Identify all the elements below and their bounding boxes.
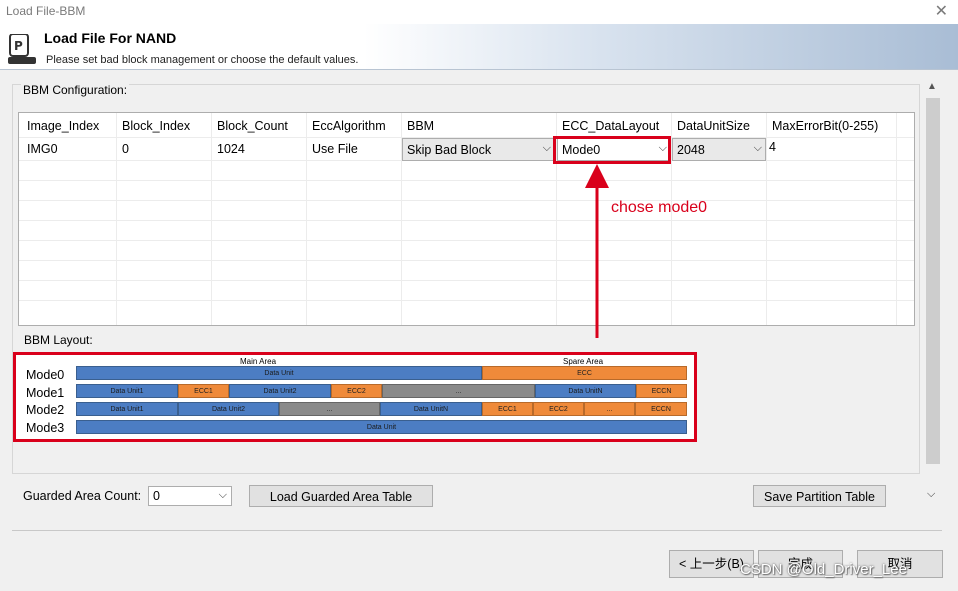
chevron-down-icon: ⌵ [753, 142, 762, 154]
mode1-label: Mode1 [26, 386, 65, 400]
column-header-ecc-data-layout: ECC_DataLayout [562, 119, 660, 133]
data-unit-size-value: 2048 [677, 143, 705, 157]
footer-divider [12, 530, 942, 531]
mode1-ecc1: ECC1 [178, 384, 229, 398]
cell-image-index[interactable]: IMG0 [27, 142, 58, 156]
bbm-select[interactable]: Skip Bad Block ⌵ [402, 138, 555, 161]
mode1-ellipsis: ... [382, 384, 535, 398]
bbm-layout-label: BBM Layout: [24, 333, 93, 347]
watermark: CSDN @Old_Driver_Lee [740, 561, 907, 578]
dediprog-logo-icon: P [8, 34, 36, 64]
mode2-ecc-ellipsis: ... [584, 402, 635, 416]
mode1-data-unit1: Data Unit1 [76, 384, 178, 398]
annotation-arrow-icon [585, 164, 609, 338]
mode1-ecc2: ECC2 [331, 384, 382, 398]
column-header-image-index: Image_Index [27, 119, 100, 133]
guarded-area-count-select[interactable]: 0 ⌵ [148, 486, 232, 506]
mode2-label: Mode2 [26, 403, 65, 417]
column-header-ecc-algorithm: EccAlgorithm [312, 119, 386, 133]
guarded-area-count-value: 0 [153, 489, 160, 503]
mode3-data-unit: Data Unit [76, 420, 687, 434]
cell-ecc-algorithm[interactable]: Use File [312, 142, 358, 156]
bbm-layout-diagram: Main Area Spare Area Mode0 Data Unit ECC… [13, 352, 697, 442]
window-title-bar: Load File-BBM ✕ [0, 0, 958, 24]
mode3-label: Mode3 [26, 421, 65, 435]
bbm-configuration-legend: BBM Configuration: [21, 83, 130, 97]
cell-block-count[interactable]: 1024 [217, 142, 245, 156]
annotation-text: chose mode0 [611, 199, 708, 216]
mode0-data-unit: Data Unit [76, 366, 482, 380]
bbm-config-grid: Image_Index Block_Index Block_Count EccA… [18, 112, 915, 326]
chevron-down-icon: ⌵ [218, 489, 227, 501]
scroll-up-icon[interactable]: ▲ [927, 81, 937, 92]
mode0-ecc: ECC [482, 366, 687, 380]
save-partition-table-button[interactable]: Save Partition Table [753, 485, 886, 507]
chevron-down-icon: ⌵ [542, 142, 551, 154]
guarded-area-count-label: Guarded Area Count: [23, 489, 142, 503]
mode2-data-unit2: Data Unit2 [178, 402, 279, 416]
mode1-data-unit2: Data Unit2 [229, 384, 331, 398]
mode2-ellipsis: ... [279, 402, 380, 416]
scrollbar-thumb[interactable] [926, 98, 940, 464]
column-header-bbm: BBM [407, 119, 435, 133]
mode2-data-unit1: Data Unit1 [76, 402, 178, 416]
mode0-label: Mode0 [26, 368, 65, 382]
window-title: Load File-BBM [6, 4, 86, 18]
svg-text:P: P [14, 39, 23, 53]
column-header-max-error-bit: MaxErrorBit(0-255) [772, 119, 879, 133]
scroll-down-icon[interactable]: ⌵ [927, 488, 935, 501]
spare-area-label: Spare Area [563, 357, 604, 366]
load-guarded-area-table-button[interactable]: Load Guarded Area Table [249, 485, 433, 507]
mode1-eccn: ECCN [636, 384, 687, 398]
main-area-label: Main Area [240, 357, 277, 366]
mode2-ecc2: ECC2 [533, 402, 584, 416]
column-header-block-index: Block_Index [122, 119, 191, 133]
close-icon[interactable]: ✕ [935, 1, 948, 21]
data-unit-size-select[interactable]: 2048 ⌵ [672, 138, 766, 161]
mode2-data-unitn: Data UnitN [380, 402, 482, 416]
cell-block-index[interactable]: 0 [122, 142, 129, 156]
mode1-data-unitn: Data UnitN [535, 384, 636, 398]
mode2-eccn: ECCN [635, 402, 687, 416]
wizard-subtitle: Please set bad block management or choos… [46, 54, 359, 66]
wizard-header: P Load File For NAND Please set bad bloc… [0, 24, 958, 70]
wizard-title: Load File For NAND [44, 30, 177, 46]
bbm-select-value: Skip Bad Block [407, 143, 492, 157]
mode2-ecc1: ECC1 [482, 402, 533, 416]
column-header-block-count: Block_Count [217, 119, 288, 133]
mode0-highlight-box [553, 136, 671, 164]
cell-max-error-bit[interactable]: 4 [769, 140, 776, 154]
column-header-data-unit-size: DataUnitSize [677, 119, 750, 133]
vertical-scrollbar[interactable]: ▲ [924, 78, 942, 506]
